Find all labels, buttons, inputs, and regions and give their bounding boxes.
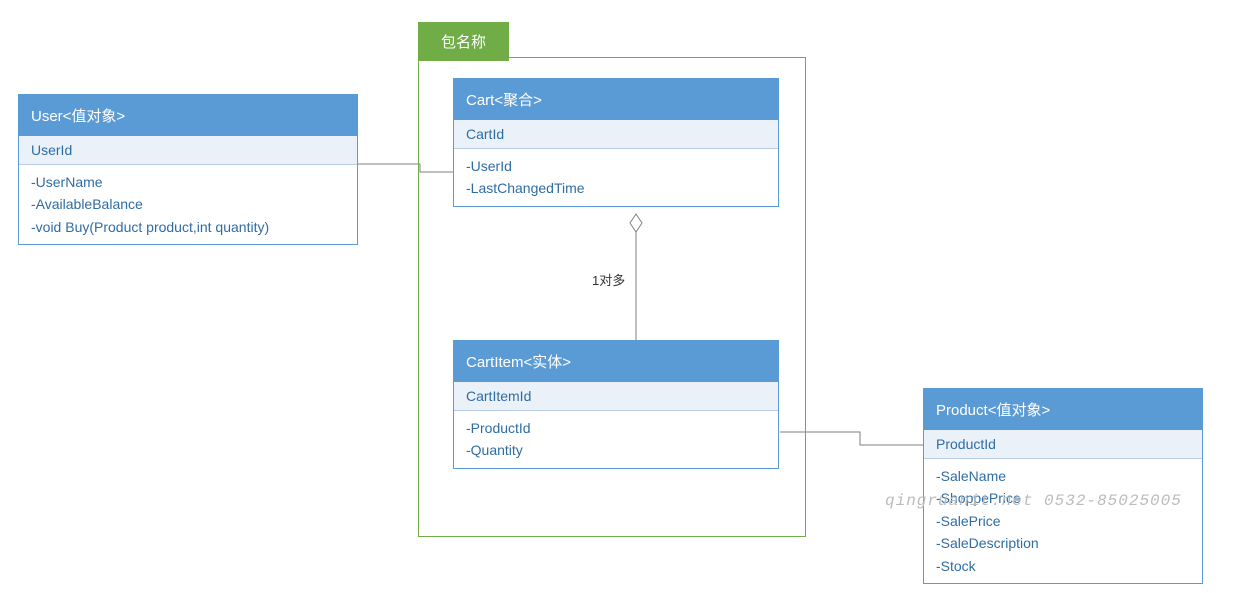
class-cartitem-attrs: -ProductId -Quantity [454, 411, 778, 468]
class-user-attrs: -UserName -AvailableBalance -void Buy(Pr… [19, 165, 357, 244]
class-cartitem-attr: -ProductId [466, 417, 766, 439]
class-cartitem-title: CartItem<实体> [454, 341, 778, 382]
class-cartitem-attr: -Quantity [466, 439, 766, 461]
class-product-title: Product<值对象> [924, 389, 1202, 430]
class-product-attr: -SaleDescription [936, 532, 1190, 554]
class-user-key: UserId [19, 136, 357, 165]
class-user-attr: -AvailableBalance [31, 193, 345, 215]
class-product-attrs: -SaleName -ShoppePrice -SalePrice -SaleD… [924, 459, 1202, 583]
class-product: Product<值对象> ProductId -SaleName -Shoppe… [923, 388, 1203, 584]
class-cart-attr: -LastChangedTime [466, 177, 766, 199]
relation-label-cart-cartitem: 1对多 [592, 270, 625, 289]
class-user-title: User<值对象> [19, 95, 357, 136]
class-cartitem-key: CartItemId [454, 382, 778, 411]
watermark-text: qingruanit.net 0532-85025005 [885, 492, 1182, 510]
class-product-attr: -SaleName [936, 465, 1190, 487]
package-label: 包名称 [418, 22, 509, 61]
class-product-attr: -SalePrice [936, 510, 1190, 532]
class-user-attr: -void Buy(Product product,int quantity) [31, 216, 345, 238]
class-cart-key: CartId [454, 120, 778, 149]
class-user: User<值对象> UserId -UserName -AvailableBal… [18, 94, 358, 245]
class-cart-attr: -UserId [466, 155, 766, 177]
class-user-attr: -UserName [31, 171, 345, 193]
class-product-key: ProductId [924, 430, 1202, 459]
class-cartitem: CartItem<实体> CartItemId -ProductId -Quan… [453, 340, 779, 469]
class-cart-attrs: -UserId -LastChangedTime [454, 149, 778, 206]
class-cart: Cart<聚合> CartId -UserId -LastChangedTime [453, 78, 779, 207]
class-cart-title: Cart<聚合> [454, 79, 778, 120]
class-product-attr: -Stock [936, 555, 1190, 577]
